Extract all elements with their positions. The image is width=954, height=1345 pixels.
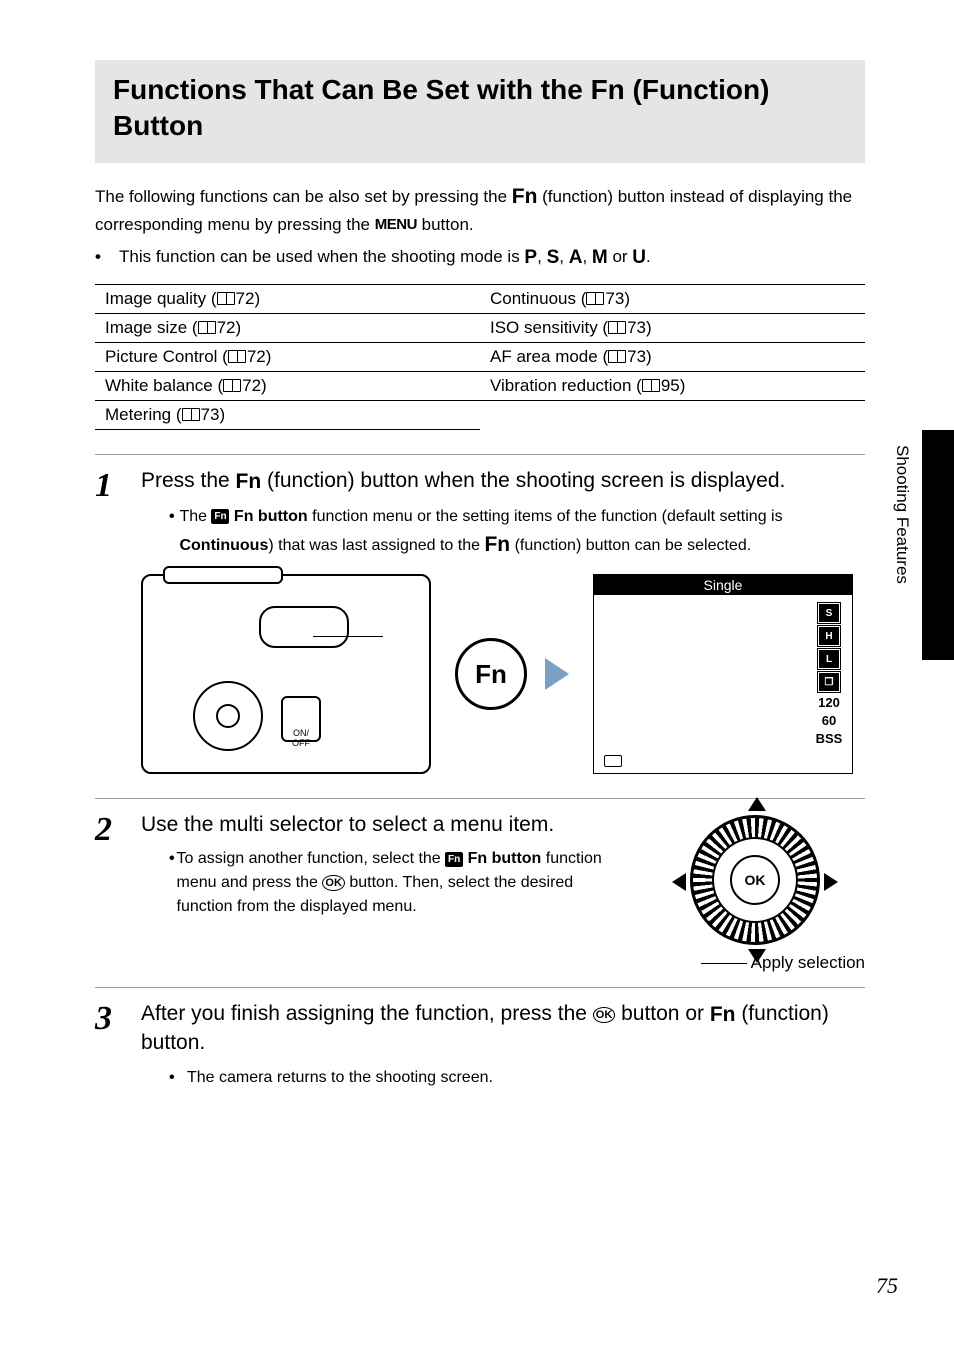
step-2: 2 Use the multi selector to select a men… <box>95 798 865 973</box>
step-sub-bullet: • To assign another function, select the… <box>141 847 625 919</box>
step-heading: Use the multi selector to select a menu … <box>141 811 625 839</box>
arrow-right-icon <box>824 873 838 891</box>
arrow-up-icon <box>748 797 766 811</box>
page-ref-icon <box>586 292 604 305</box>
screen-mode-icons: S H L ❐ 120 60 BSS <box>814 603 844 746</box>
screen-title: Single <box>594 575 852 595</box>
multi-selector-illustration: OK Apply selection <box>645 811 865 973</box>
page-ref-icon <box>217 292 235 305</box>
fn-glyph-icon: Fn <box>710 1003 736 1026</box>
table-cell: Picture Control (72) <box>95 343 480 372</box>
fn-glyph-icon: Fn <box>512 185 538 208</box>
ok-button-icon: OK <box>730 855 780 905</box>
page-ref-icon <box>608 321 626 334</box>
table-cell: Vibration reduction (95) <box>480 372 865 401</box>
intro-bullet: • This function can be used when the sho… <box>95 244 865 273</box>
mode-a: A <box>569 244 583 273</box>
page-number: 75 <box>876 1273 898 1299</box>
step-3: 3 After you finish assigning the functio… <box>95 987 865 1096</box>
step-number: 2 <box>95 813 127 973</box>
arrow-right-icon <box>545 658 569 690</box>
functions-table: Image quality (72) Continuous (73) Image… <box>95 284 865 430</box>
fn-glyph-icon: Fn <box>236 470 262 493</box>
step1-figure: ON/ OFF Fn Single S H L ❐ 120 60 <box>141 574 865 774</box>
step-heading: Press the Fn (function) button when the … <box>141 467 865 496</box>
table-cell: Continuous (73) <box>480 285 865 314</box>
page-ref-icon <box>198 321 216 334</box>
mode-s: S <box>547 244 560 273</box>
table-cell: Image size (72) <box>95 314 480 343</box>
mode-m: M <box>592 244 608 273</box>
step-number: 1 <box>95 469 127 784</box>
ok-badge-icon: OK <box>322 875 345 891</box>
step-heading: After you finish assigning the function,… <box>141 1000 865 1058</box>
table-cell: Metering (73) <box>95 401 480 430</box>
ok-badge-icon: OK <box>593 1007 616 1023</box>
table-cell: Image quality (72) <box>95 285 480 314</box>
step-1: 1 Press the Fn (function) button when th… <box>95 454 865 784</box>
table-cell: AF area mode (73) <box>480 343 865 372</box>
step-sub-bullet: • The camera returns to the shooting scr… <box>141 1066 865 1090</box>
page-title: Functions That Can Be Set with the Fn (F… <box>95 60 865 163</box>
page-ref-icon <box>223 379 241 392</box>
table-cell: White balance (72) <box>95 372 480 401</box>
arrow-left-icon <box>672 873 686 891</box>
camera-top-illustration: ON/ OFF <box>141 574 431 774</box>
fn-badge-icon: Fn <box>211 509 229 524</box>
intro-text: The following functions can be also set … <box>95 181 865 238</box>
page-ref-icon <box>608 350 626 363</box>
apply-selection-label: Apply selection <box>751 953 865 973</box>
page-ref-icon <box>228 350 246 363</box>
lcd-screen-illustration: Single S H L ❐ 120 60 BSS <box>593 574 853 774</box>
fn-badge-icon: Fn <box>445 852 463 867</box>
side-section-label: Shooting Features <box>892 445 912 584</box>
table-cell: ISO sensitivity (73) <box>480 314 865 343</box>
fn-button-icon: Fn <box>455 638 527 710</box>
step-sub-bullet: • The Fn Fn button function menu or the … <box>141 505 865 561</box>
page-ref-icon <box>182 408 200 421</box>
mode-p: P <box>524 244 537 273</box>
mode-u: U <box>632 244 646 273</box>
page-ref-icon <box>642 379 660 392</box>
sd-card-icon <box>604 755 622 767</box>
fn-glyph-icon: Fn <box>484 533 510 556</box>
step-number: 3 <box>95 1002 127 1096</box>
menu-glyph-icon: MENU <box>375 216 417 233</box>
side-tab-marker <box>922 430 954 660</box>
